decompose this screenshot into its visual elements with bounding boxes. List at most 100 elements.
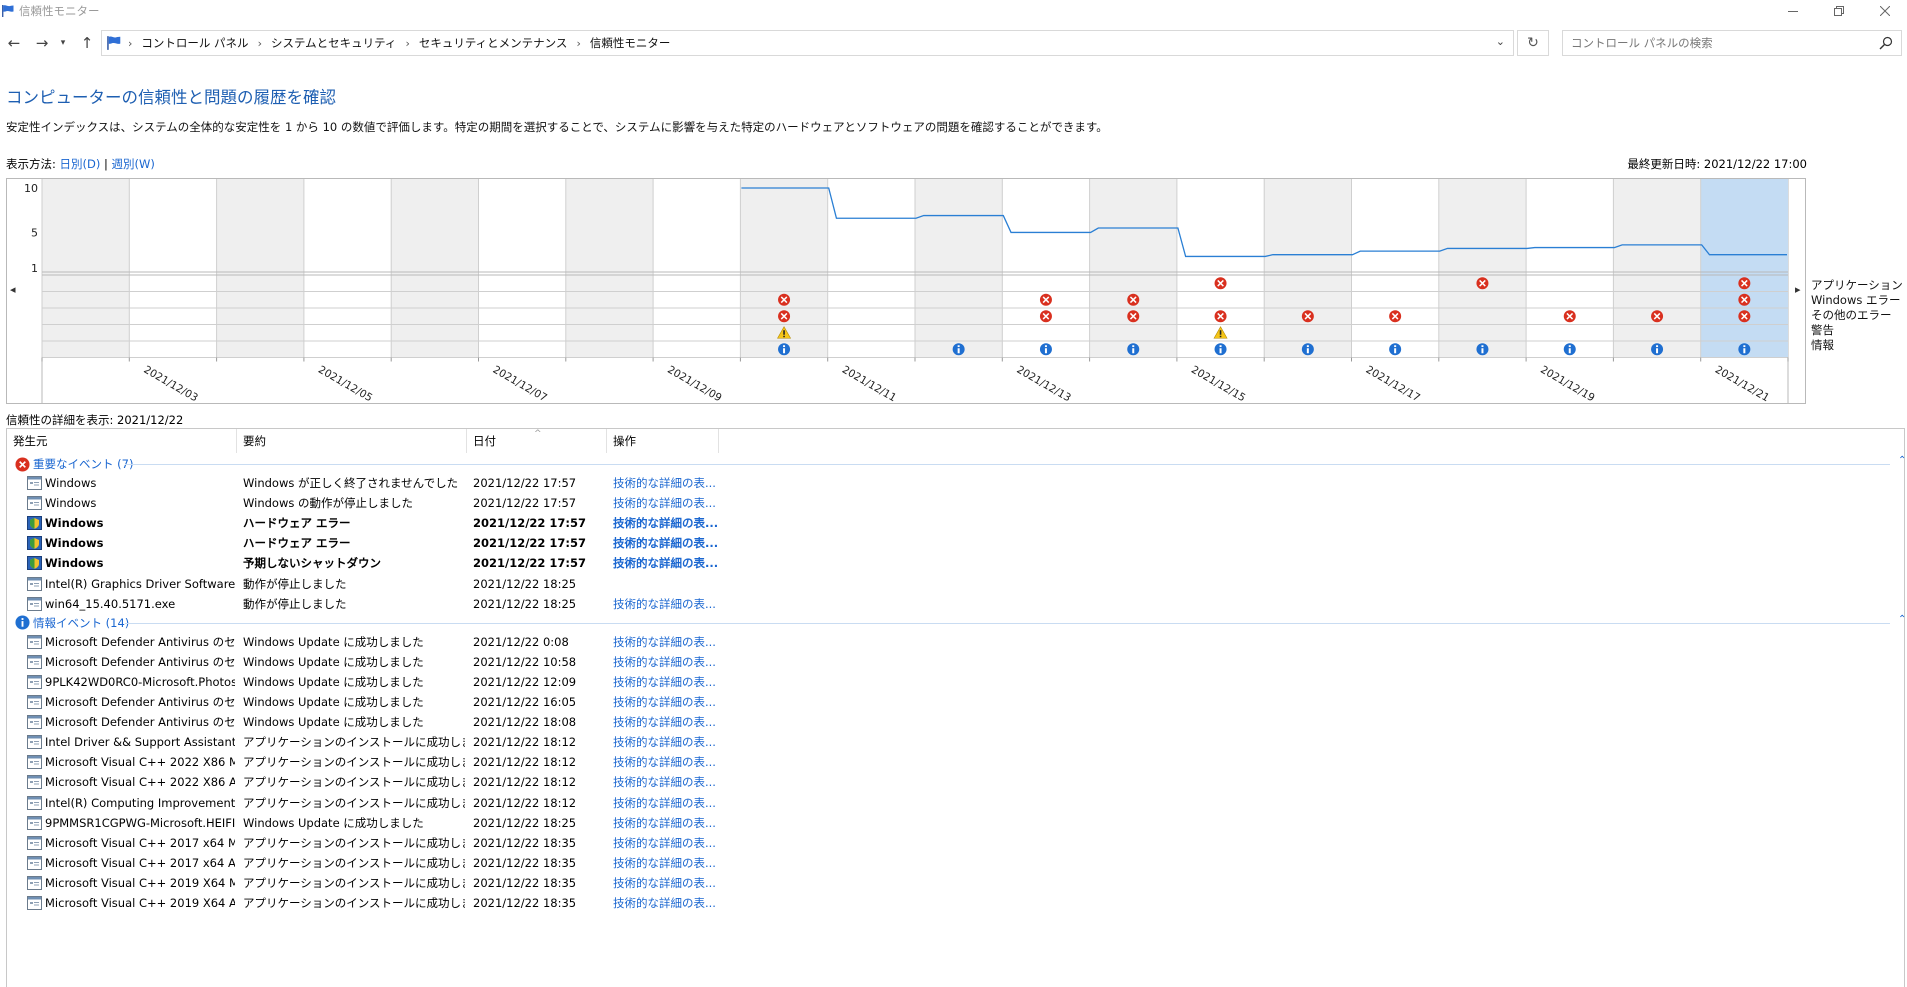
chart-day-column[interactable]: [1613, 179, 1701, 358]
row-date: 2021/12/22 10:58: [473, 654, 577, 669]
up-button[interactable]: ↑: [77, 33, 97, 53]
back-button[interactable]: ←: [4, 33, 24, 53]
row-action-link[interactable]: 技術的な詳細の表...: [613, 634, 716, 650]
row-action-link[interactable]: 技術的な詳細の表...: [613, 835, 716, 851]
chart-day-column[interactable]: [1438, 179, 1527, 358]
search-box[interactable]: [1562, 30, 1902, 56]
row-action-link[interactable]: 技術的な詳細の表...: [613, 875, 716, 891]
chart-day-column[interactable]: [1700, 179, 1788, 358]
view-weekly-link[interactable]: 週別(W): [112, 157, 155, 171]
row-source: Microsoft Defender Antivirus のセ...: [45, 634, 235, 649]
group-critical-events[interactable]: 重要なイベント (7) ⌃: [15, 455, 1906, 473]
refresh-button[interactable]: ↻: [1517, 30, 1549, 56]
minimize-button[interactable]: [1770, 0, 1816, 22]
reliability-chart-svg[interactable]: 10512021/12/03 2021/12/05 2021/12/07 2021/1…: [6, 178, 1806, 404]
row-action-link[interactable]: 技術的な詳細の表...: [613, 795, 716, 811]
table-row[interactable]: Windows 予期しないシャットダウン 2021/12/22 17:57 技術的な詳…: [7, 553, 1904, 573]
row-action-link[interactable]: 技術的な詳細の表...: [613, 535, 718, 551]
chart-scroll-right-icon[interactable]: ▸: [1795, 283, 1801, 296]
table-row[interactable]: Microsoft Visual C++ 2019 X64 Ad... アプリケー…: [7, 893, 1904, 913]
restore-button[interactable]: [1816, 0, 1862, 22]
chart-day-column[interactable]: [129, 179, 217, 358]
breadcrumb-security-maintenance[interactable]: セキュリティとメンテナンス: [419, 35, 568, 51]
column-header-action[interactable]: 操作: [607, 429, 719, 453]
chart-day-column[interactable]: [216, 179, 304, 358]
search-icon[interactable]: [1879, 36, 1893, 50]
chart-day-column[interactable]: [1089, 179, 1177, 358]
row-action-link[interactable]: 技術的な詳細の表...: [613, 596, 716, 612]
chart-day-column[interactable]: [827, 179, 915, 358]
table-row[interactable]: Microsoft Visual C++ 2017 x64 Mi... アプリケー…: [7, 833, 1904, 853]
row-action-link[interactable]: 技術的な詳細の表...: [613, 754, 716, 770]
table-row[interactable]: 9PLK42WD0RC0-Microsoft.Photos... Windows …: [7, 672, 1904, 692]
row-summary: Windows Update に成功しました: [243, 674, 424, 689]
table-row[interactable]: Microsoft Visual C++ 2019 X64 Mi... アプリケー…: [7, 873, 1904, 893]
column-header-source[interactable]: 発生元: [7, 429, 237, 453]
row-source: Intel(R) Graphics Driver Software: [45, 576, 235, 591]
row-action-link[interactable]: 技術的な詳細の表...: [613, 774, 716, 790]
table-row[interactable]: Microsoft Visual C++ 2022 X86 Ad... アプリケー…: [7, 772, 1904, 792]
row-action-link[interactable]: 技術的な詳細の表...: [613, 855, 716, 871]
row-action-link[interactable]: 技術的な詳細の表...: [613, 475, 716, 491]
row-date: 2021/12/22 17:57: [473, 476, 577, 490]
chart-day-column[interactable]: [303, 179, 392, 358]
chart-day-column[interactable]: [915, 179, 1003, 358]
row-action-link[interactable]: 技術的な詳細の表...: [613, 714, 716, 730]
table-row[interactable]: Windows Windows の動作が停止しました 2021/12/22 17:5…: [7, 493, 1904, 513]
chart-day-column[interactable]: [391, 179, 479, 358]
breadcrumb-reliability-monitor[interactable]: 信頼性モニター: [590, 35, 671, 51]
legend-windows-errors: Windows エラー: [1811, 293, 1901, 307]
table-row[interactable]: Microsoft Defender Antivirus のセ... Window…: [7, 632, 1904, 652]
table-row[interactable]: 9PMMSR1CGPWG-Microsoft.HEIFI... Windows U…: [7, 813, 1904, 833]
chart-day-column[interactable]: [653, 179, 741, 358]
table-row[interactable]: Intel(R) Computing Improvement ... アプリケーシ…: [7, 793, 1904, 813]
row-date: 2021/12/22 18:25: [473, 596, 577, 611]
table-row[interactable]: Microsoft Defender Antivirus のセ... Window…: [7, 692, 1904, 712]
row-action-link[interactable]: 技術的な詳細の表...: [613, 674, 716, 690]
group-informational-events[interactable]: 情報イベント (14) ⌃: [15, 614, 1906, 632]
address-dropdown-icon[interactable]: ⌄: [1496, 35, 1505, 48]
chart-day-column[interactable]: [1264, 179, 1352, 358]
column-header-summary[interactable]: 要約: [237, 429, 467, 453]
table-row[interactable]: Windows ハードウェア エラー 2021/12/22 17:57 技術的な詳細の…: [7, 533, 1904, 553]
forward-button[interactable]: →: [32, 33, 52, 53]
table-row[interactable]: Windows ハードウェア エラー 2021/12/22 17:57 技術的な詳細の…: [7, 513, 1904, 533]
view-daily-link[interactable]: 日別(D): [60, 157, 101, 171]
close-button[interactable]: [1862, 0, 1907, 22]
search-input[interactable]: [1569, 32, 1869, 54]
chart-scroll-left-icon[interactable]: ◂: [10, 283, 16, 296]
breadcrumb-control-panel[interactable]: コントロール パネル: [141, 35, 248, 51]
collapse-group-icon[interactable]: ⌃: [1898, 614, 1906, 625]
collapse-group-icon[interactable]: ⌃: [1898, 455, 1906, 466]
row-action-link[interactable]: 技術的な詳細の表...: [613, 895, 716, 911]
table-row[interactable]: Intel(R) Graphics Driver Software 動作が停止しま…: [7, 574, 1904, 594]
row-action-link[interactable]: 技術的な詳細の表...: [613, 555, 718, 571]
table-row[interactable]: Intel Driver && Support Assistant アプリケーショ…: [7, 732, 1904, 752]
row-action-link[interactable]: 技術的な詳細の表...: [613, 815, 716, 831]
row-action-link[interactable]: 技術的な詳細の表...: [613, 495, 716, 511]
info-icon-mark: [1044, 348, 1047, 354]
table-row[interactable]: Windows Windows が正しく終了されませんでした 2021/12/22 …: [7, 473, 1904, 493]
row-summary: 動作が停止しました: [243, 596, 347, 611]
row-action-link[interactable]: 技術的な詳細の表...: [613, 694, 716, 710]
row-action-link[interactable]: 技術的な詳細の表...: [613, 515, 718, 531]
row-action-link[interactable]: 技術的な詳細の表...: [613, 654, 716, 670]
chart-day-column[interactable]: [1351, 179, 1439, 358]
table-row[interactable]: win64_15.40.5171.exe 動作が停止しました 2021/12/22 …: [7, 594, 1904, 614]
breadcrumb-system-security[interactable]: システムとセキュリティ: [271, 35, 396, 51]
recent-locations-button[interactable]: ▾: [56, 33, 70, 53]
row-action-link[interactable]: 技術的な詳細の表...: [613, 734, 716, 750]
chart-day-column[interactable]: [478, 179, 566, 358]
chart-day-column[interactable]: [42, 179, 130, 358]
chart-day-column[interactable]: [565, 179, 654, 358]
chart-day-column[interactable]: [1526, 179, 1614, 358]
table-row[interactable]: Microsoft Defender Antivirus のセ... Window…: [7, 712, 1904, 732]
app-window-icon: [27, 576, 42, 591]
row-summary: アプリケーションのインストールに成功しました: [243, 735, 465, 750]
chart-day-column[interactable]: [1002, 179, 1090, 358]
table-row[interactable]: Microsoft Visual C++ 2017 x64 Ad... アプリケー…: [7, 853, 1904, 873]
chevron-down-icon: ▾: [60, 38, 66, 48]
table-row[interactable]: Microsoft Visual C++ 2022 X86 Mi... アプリケー…: [7, 752, 1904, 772]
table-row[interactable]: Microsoft Defender Antivirus のセ... Window…: [7, 652, 1904, 672]
address-bar[interactable]: › コントロール パネル › システムとセキュリティ › セキュリティとメンテナ…: [101, 30, 1514, 56]
